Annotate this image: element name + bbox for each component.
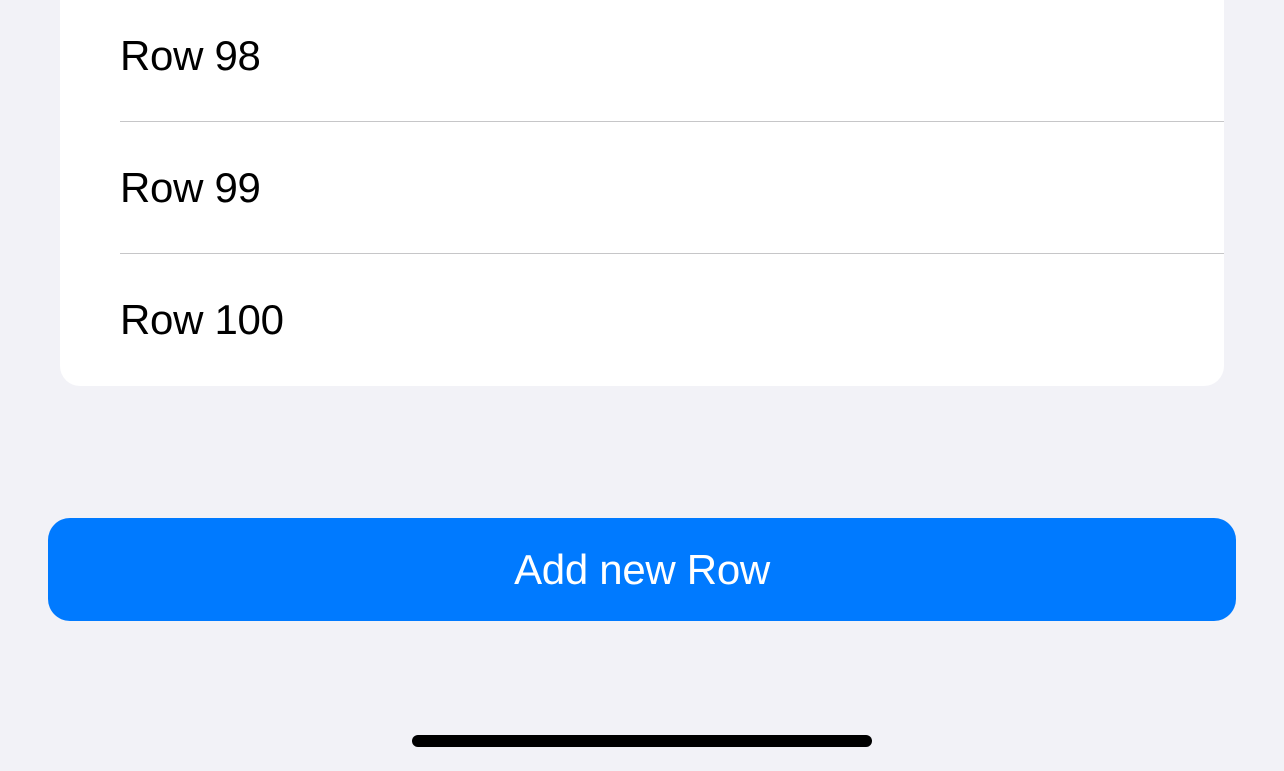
list-row[interactable]: Row 100 bbox=[60, 254, 1224, 386]
add-row-button[interactable]: Add new Row bbox=[48, 518, 1236, 621]
add-row-button-label: Add new Row bbox=[514, 546, 770, 594]
list-row[interactable]: Row 99 bbox=[60, 122, 1224, 254]
row-label: Row 98 bbox=[120, 32, 261, 80]
home-indicator bbox=[412, 735, 872, 747]
list-container: Row 98 Row 99 Row 100 bbox=[60, 0, 1224, 386]
row-label: Row 100 bbox=[120, 296, 284, 344]
row-label: Row 99 bbox=[120, 164, 261, 212]
list-row[interactable]: Row 98 bbox=[60, 0, 1224, 122]
